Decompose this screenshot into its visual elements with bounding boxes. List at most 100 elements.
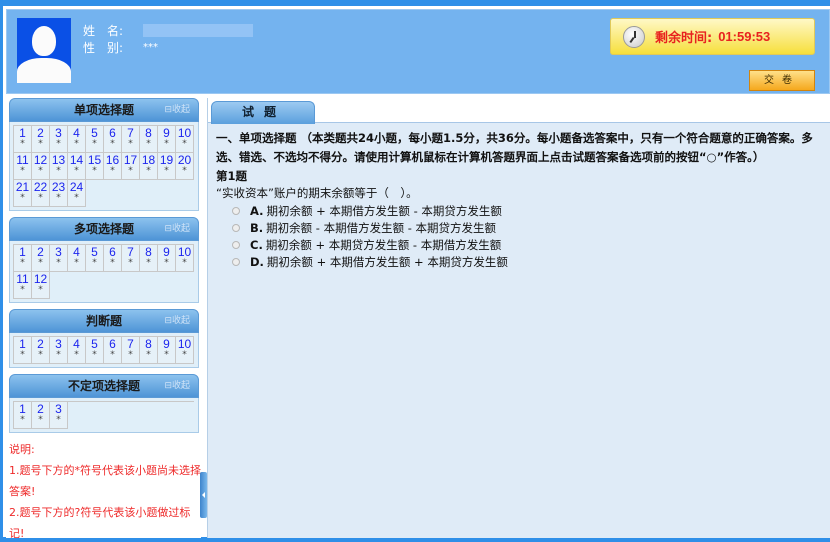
question-link[interactable]: 22 * (32, 180, 50, 207)
sidebar-collapse-handle[interactable] (200, 472, 207, 518)
question-number-link[interactable]: 7 (122, 337, 139, 351)
question-link[interactable]: 16 * (104, 153, 122, 180)
question-link[interactable]: 4 * (68, 245, 86, 272)
question-number-link[interactable]: 17 (122, 153, 139, 167)
question-number-link[interactable]: 3 (50, 402, 67, 416)
option-c[interactable]: C. 期初余额 + 本期贷方发生额 - 本期借方发生额 (232, 236, 822, 253)
question-number-link[interactable]: 13 (50, 153, 67, 167)
question-number-link[interactable]: 5 (86, 337, 103, 351)
question-link[interactable]: 13 * (50, 153, 68, 180)
question-number-link[interactable]: 4 (68, 245, 85, 259)
question-link[interactable]: 19 * (158, 153, 176, 180)
question-number-link[interactable]: 4 (68, 337, 85, 351)
question-link[interactable]: 24 * (68, 180, 86, 207)
question-link[interactable]: 5 * (86, 126, 104, 153)
question-link[interactable]: 17 * (122, 153, 140, 180)
question-number-link[interactable]: 2 (32, 402, 49, 416)
tab-questions[interactable]: 试题 (211, 101, 315, 124)
question-number-link[interactable]: 11 (14, 272, 31, 286)
question-number-link[interactable]: 1 (14, 337, 31, 351)
radio-icon[interactable] (232, 223, 240, 232)
radio-icon[interactable] (232, 206, 240, 215)
question-link[interactable]: 7 * (122, 337, 140, 364)
question-link[interactable]: 3 * (50, 402, 68, 429)
question-link[interactable]: 10 * (176, 337, 194, 364)
question-link[interactable]: 2 * (32, 337, 50, 364)
question-link[interactable]: 15 * (86, 153, 104, 180)
option-d[interactable]: D. 期初余额 + 本期借方发生额 + 本期贷方发生额 (232, 253, 822, 270)
question-number-link[interactable]: 3 (50, 245, 67, 259)
radio-icon[interactable] (232, 240, 240, 249)
submit-exam-button[interactable]: 交卷 (749, 70, 815, 91)
radio-icon[interactable] (232, 257, 240, 266)
question-link[interactable]: 8 * (140, 245, 158, 272)
question-number-link[interactable]: 1 (14, 402, 31, 416)
question-number-link[interactable]: 16 (104, 153, 121, 167)
question-number-link[interactable]: 23 (50, 180, 67, 194)
question-link[interactable]: 5 * (86, 245, 104, 272)
question-link[interactable]: 11 * (14, 272, 32, 299)
question-number-link[interactable]: 5 (86, 126, 103, 140)
question-link[interactable]: 6 * (104, 245, 122, 272)
question-link[interactable]: 8 * (140, 126, 158, 153)
question-link[interactable]: 5 * (86, 337, 104, 364)
question-link[interactable]: 2 * (32, 245, 50, 272)
question-number-link[interactable]: 8 (140, 245, 157, 259)
question-number-link[interactable]: 8 (140, 126, 157, 140)
question-number-link[interactable]: 1 (14, 245, 31, 259)
question-number-link[interactable]: 2 (32, 245, 49, 259)
question-link[interactable]: 1 * (14, 126, 32, 153)
question-number-link[interactable]: 11 (14, 153, 31, 167)
question-number-link[interactable]: 7 (122, 126, 139, 140)
question-number-link[interactable]: 8 (140, 337, 157, 351)
question-link[interactable]: 12 * (32, 153, 50, 180)
question-link[interactable]: 8 * (140, 337, 158, 364)
question-number-link[interactable]: 12 (32, 153, 49, 167)
question-link[interactable]: 10 * (176, 245, 194, 272)
question-link[interactable]: 2 * (32, 126, 50, 153)
question-link[interactable]: 1 * (14, 337, 32, 364)
question-number-link[interactable]: 5 (86, 245, 103, 259)
question-link[interactable]: 11 * (14, 153, 32, 180)
question-link[interactable]: 18 * (140, 153, 158, 180)
question-number-link[interactable]: 1 (14, 126, 31, 140)
question-link[interactable]: 1 * (14, 402, 32, 429)
question-number-link[interactable]: 9 (158, 245, 175, 259)
question-link[interactable]: 1 * (14, 245, 32, 272)
question-link[interactable]: 21 * (14, 180, 32, 207)
question-link[interactable]: 10 * (176, 126, 194, 153)
collapse-button[interactable]: ⊟收起 (164, 99, 190, 121)
collapse-button[interactable]: ⊟收起 (164, 218, 190, 240)
question-number-link[interactable]: 6 (104, 245, 121, 259)
question-link[interactable]: 23 * (50, 180, 68, 207)
question-link[interactable]: 9 * (158, 126, 176, 153)
question-number-link[interactable]: 2 (32, 337, 49, 351)
question-link[interactable]: 6 * (104, 126, 122, 153)
question-link[interactable]: 4 * (68, 126, 86, 153)
question-link[interactable]: 2 * (32, 402, 50, 429)
question-link[interactable]: 3 * (50, 126, 68, 153)
option-a[interactable]: A. 期初余额 + 本期借方发生额 - 本期贷方发生额 (232, 202, 822, 219)
question-number-link[interactable]: 4 (68, 126, 85, 140)
question-number-link[interactable]: 10 (176, 337, 193, 351)
question-link[interactable]: 9 * (158, 337, 176, 364)
question-number-link[interactable]: 10 (176, 126, 193, 140)
question-link[interactable]: 6 * (104, 337, 122, 364)
question-link[interactable]: 20 * (176, 153, 194, 180)
question-link[interactable]: 3 * (50, 337, 68, 364)
question-number-link[interactable]: 3 (50, 337, 67, 351)
question-number-link[interactable]: 15 (86, 153, 103, 167)
question-number-link[interactable]: 19 (158, 153, 175, 167)
question-number-link[interactable]: 10 (176, 245, 193, 259)
question-number-link[interactable]: 7 (122, 245, 139, 259)
question-number-link[interactable]: 9 (158, 337, 175, 351)
question-link[interactable]: 3 * (50, 245, 68, 272)
question-number-link[interactable]: 14 (68, 153, 85, 167)
question-link[interactable]: 7 * (122, 126, 140, 153)
question-link[interactable]: 9 * (158, 245, 176, 272)
question-number-link[interactable]: 20 (176, 153, 193, 167)
question-number-link[interactable]: 6 (104, 337, 121, 351)
collapse-button[interactable]: ⊟收起 (164, 310, 190, 332)
question-link[interactable]: 14 * (68, 153, 86, 180)
question-link[interactable]: 7 * (122, 245, 140, 272)
